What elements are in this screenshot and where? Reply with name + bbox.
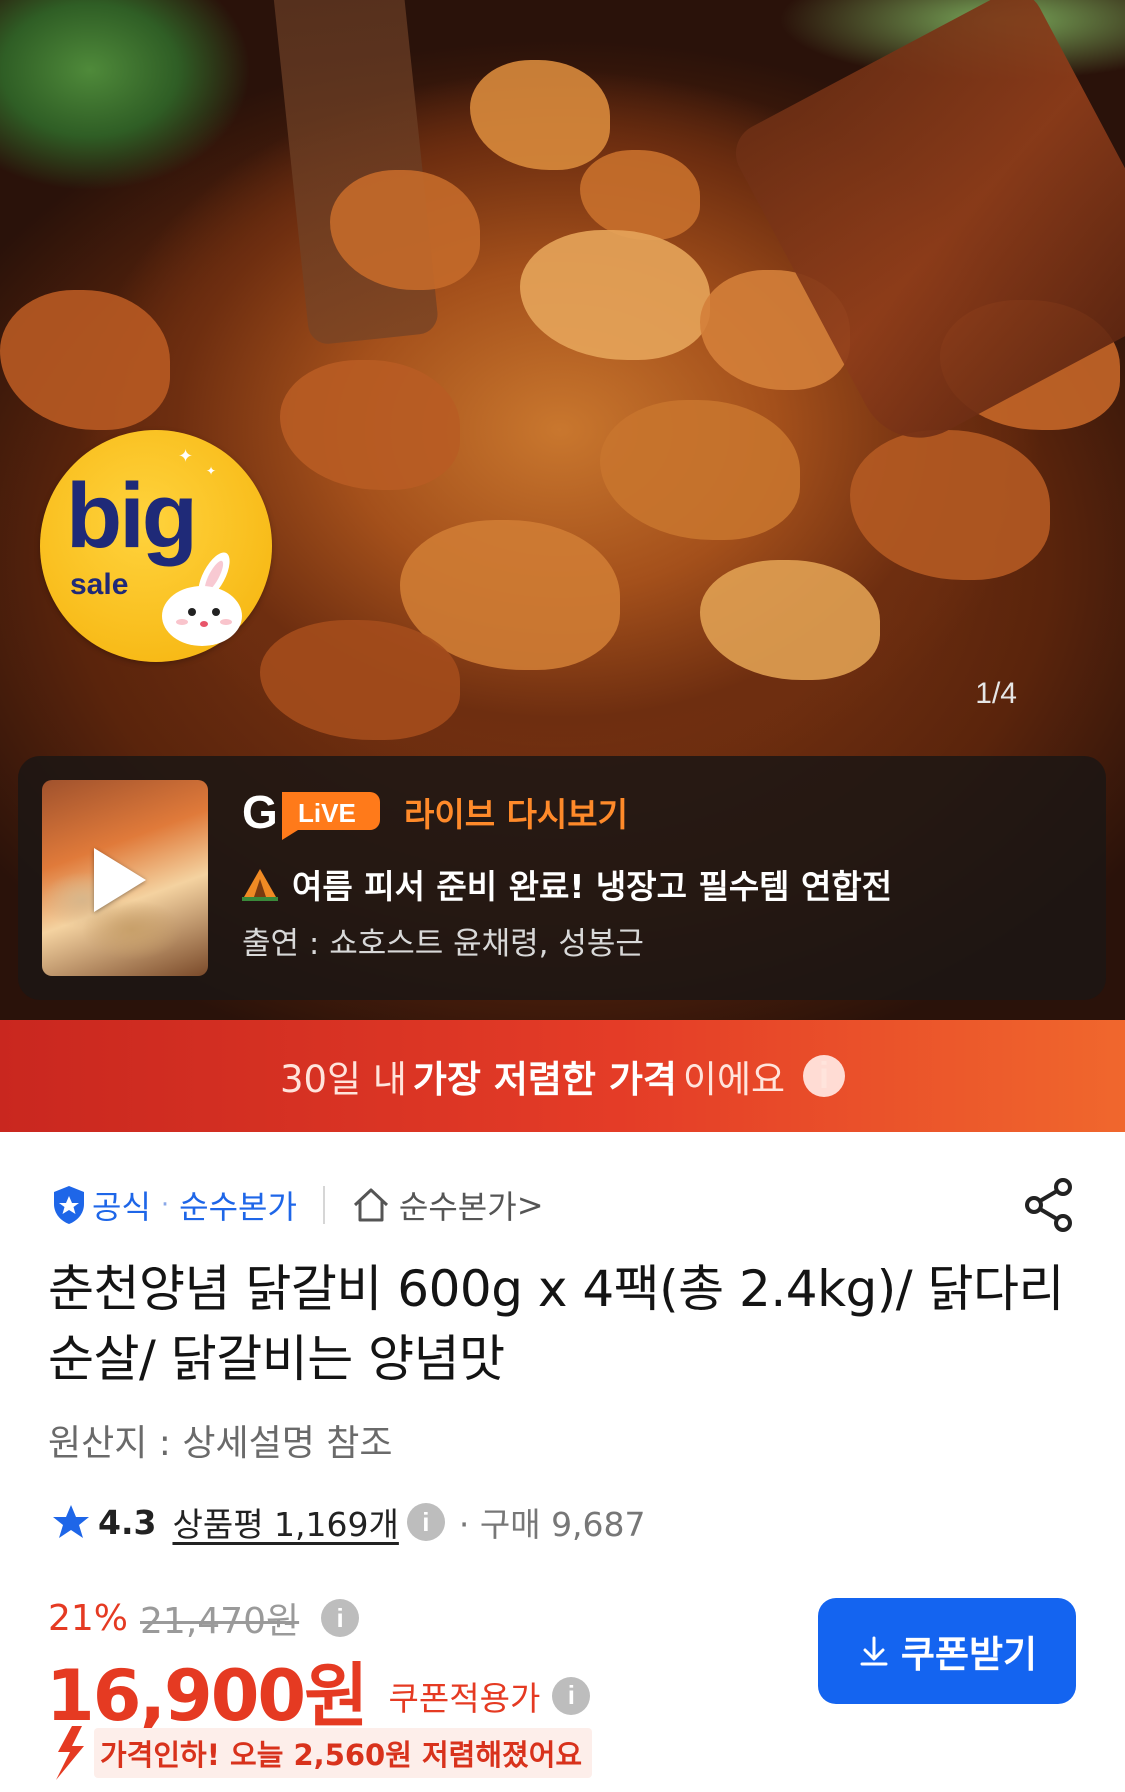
discount-row: 21% 21,470원 i	[48, 1592, 360, 1644]
image-pager: 1/4	[975, 677, 1017, 710]
food-chunk	[700, 560, 880, 680]
promo-text-3: 이에요	[682, 1058, 786, 1101]
store-badges: 공식 · 순수본가 순수본가 >	[50, 1182, 544, 1228]
divider	[322, 1186, 325, 1224]
glive-live-text: LiVE	[298, 798, 356, 828]
live-description: 여름 피서 준비 완료! 냉장고 필수템 연합전	[242, 860, 892, 908]
star-icon	[53, 1505, 89, 1538]
live-thumbnail[interactable]	[42, 780, 208, 976]
original-price: 21,470원	[140, 1601, 300, 1642]
food-chunk	[600, 400, 800, 540]
download-icon	[860, 1636, 888, 1666]
food-chunk	[260, 620, 460, 740]
live-replay-title[interactable]: 라이브 다시보기	[404, 788, 628, 836]
price-drop-notice: 가격인하! 오늘 2,560원 저렴해졌어요	[48, 1726, 593, 1780]
badge-sale-text: sale	[70, 568, 129, 601]
product-title: 춘천양념 닭갈비 600g x 4팩(총 2.4kg)/ 닭다리순살/ 닭갈비는…	[48, 1260, 1065, 1388]
discount-rate: 21%	[48, 1597, 129, 1639]
chevron-right-icon[interactable]: >	[517, 1186, 544, 1224]
sparkle-icon: ✦	[206, 464, 217, 478]
bunny-icon	[162, 552, 242, 646]
live-replay-card[interactable]: G LiVE 라이브 다시보기 여름 피서 준비 완료! 냉장고 필수템 연합전…	[18, 756, 1106, 1000]
food-chunk	[520, 230, 710, 360]
promo-text-1: 30일 내	[279, 1058, 407, 1101]
info-icon[interactable]: i	[552, 1676, 591, 1715]
big-sale-badge: ✦ ✦ big sale	[40, 430, 272, 662]
live-description-text: 여름 피서 준비 완료! 냉장고 필수템 연합전	[292, 867, 893, 906]
coupon-button-label: 쿠폰받기	[900, 1634, 1038, 1675]
product-origin: 원산지 : 상세설명 참조	[48, 1423, 393, 1464]
get-coupon-button[interactable]: 쿠폰받기	[818, 1598, 1076, 1704]
food-chunk	[0, 290, 170, 430]
shield-icon	[54, 1186, 84, 1224]
food-chunk	[580, 150, 700, 240]
price-drop-text: 가격인하! 오늘 2,560원 저렴해졌어요	[94, 1728, 593, 1778]
info-icon[interactable]: i	[406, 1503, 445, 1541]
price-drop-arrow-icon	[56, 1726, 84, 1780]
info-icon[interactable]: i	[321, 1599, 360, 1637]
lowest-price-banner: 30일 내 가장 저렴한 가격 이에요 i	[0, 1020, 1125, 1132]
sparkle-icon: ✦	[178, 446, 194, 467]
food-chunk	[850, 430, 1050, 580]
rating-row: 4.3 상품평 1,169개 i · 구매 9,687	[52, 1498, 646, 1546]
product-image[interactable]: ✦ ✦ big sale 1/4 G LiVE 라이브 다시보기 여름 피서 준…	[0, 0, 1125, 1020]
share-icon[interactable]	[1021, 1176, 1077, 1234]
food-chunk	[280, 360, 460, 490]
badge-big-text: big	[66, 465, 198, 567]
glive-logo: G LiVE	[242, 786, 380, 840]
live-cast: 출연 : 쇼호스트 윤채령, 성봉근	[242, 926, 644, 962]
coupon-price-label: 쿠폰적용가	[388, 1678, 541, 1718]
dot-separator: ·	[160, 1190, 170, 1220]
home-icon[interactable]	[351, 1185, 391, 1225]
food-chunk	[470, 60, 610, 170]
tent-icon	[242, 869, 278, 901]
play-icon[interactable]	[94, 848, 146, 912]
review-count-link[interactable]: 상품평 1,169개	[172, 1498, 398, 1546]
official-label: 공식	[92, 1188, 151, 1226]
glive-g-text: G	[242, 786, 278, 838]
promo-text-highlight: 가장 저렴한 가격	[412, 1058, 677, 1101]
rating-score: 4.3	[98, 1502, 157, 1542]
info-icon[interactable]: i	[803, 1055, 846, 1097]
store-link[interactable]: 순수본가	[399, 1182, 517, 1228]
purchase-count: · 구매 9,687	[458, 1505, 646, 1544]
brand-label: 순수본가	[179, 1188, 297, 1226]
